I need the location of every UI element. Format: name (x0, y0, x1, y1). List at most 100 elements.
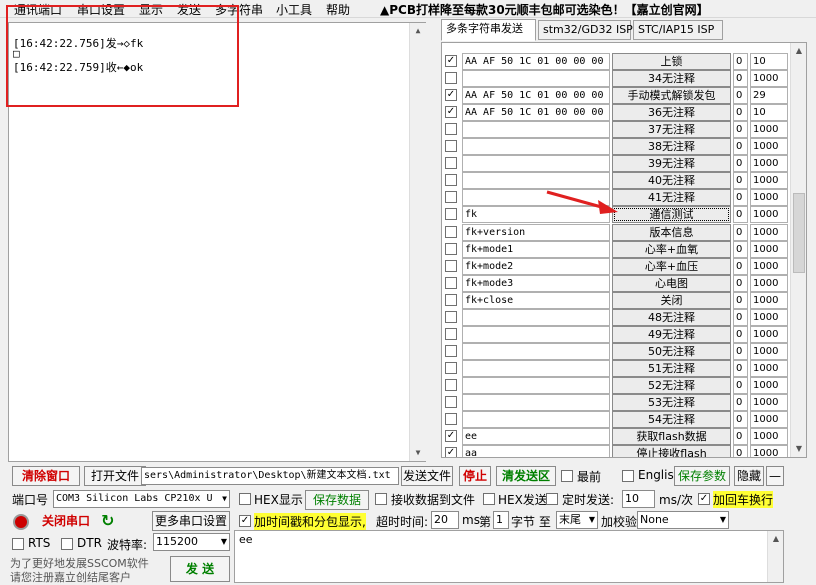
append-crlf-checkbox[interactable]: ✓ (698, 493, 710, 505)
row-enable-checkbox[interactable]: ✓ (445, 55, 457, 67)
row-enable-checkbox[interactable] (445, 259, 457, 272)
row-command-input[interactable]: AA AF 50 1C 01 00 00 00 (462, 104, 610, 122)
row-send-button[interactable]: 停止接收flash (612, 445, 731, 457)
row-send-button[interactable]: 54无注释 (612, 411, 731, 429)
row-command-input[interactable] (462, 155, 610, 173)
row-enable-checkbox[interactable] (445, 157, 457, 170)
row-delay-input[interactable]: 1000 (750, 121, 788, 139)
send-file-button[interactable]: 发送文件 (401, 466, 453, 486)
row-enable-checkbox[interactable]: ✓ (445, 430, 457, 443)
row-delay-input[interactable]: 1000 (750, 257, 788, 275)
tab-stm32-isp[interactable]: stm32/GD32 ISP (538, 20, 633, 40)
row-delay-input[interactable]: 1000 (750, 376, 788, 394)
row-enable-checkbox[interactable]: ✓ (445, 89, 457, 102)
row-command-input[interactable]: fk+mode3 (462, 274, 610, 292)
rts-checkbox[interactable] (12, 538, 24, 550)
row-send-button[interactable]: 40无注释 (612, 172, 731, 190)
row-order-input[interactable]: 0 (733, 172, 748, 190)
row-command-input[interactable]: AA AF 50 1C 01 00 00 00 (462, 87, 610, 105)
row-enable-checkbox[interactable] (445, 72, 457, 85)
row-enable-checkbox[interactable] (445, 276, 457, 289)
row-send-button[interactable]: 49无注释 (612, 325, 731, 343)
row-command-input[interactable] (462, 342, 610, 360)
row-send-button[interactable]: 52无注释 (612, 376, 731, 394)
row-send-button[interactable]: 50无注释 (612, 342, 731, 360)
row-delay-input[interactable]: 1000 (750, 291, 788, 309)
refresh-icon[interactable]: ↻ (101, 511, 114, 530)
row-command-input[interactable]: fk+version (462, 223, 610, 241)
row-command-input[interactable]: fk (462, 206, 610, 224)
menu-help[interactable]: 帮助 (326, 1, 350, 18)
row-enable-checkbox[interactable] (445, 208, 457, 221)
row-send-button[interactable]: 48无注释 (612, 308, 731, 326)
row-order-input[interactable]: 0 (733, 155, 748, 173)
row-order-input[interactable]: 0 (733, 104, 748, 122)
save-data-button[interactable]: 保存数据 (305, 490, 369, 510)
row-command-input[interactable] (462, 172, 610, 190)
more-settings-button[interactable]: 更多串口设置 (152, 511, 230, 531)
row-order-input[interactable]: 0 (733, 325, 748, 343)
row-order-input[interactable]: 0 (733, 138, 748, 156)
byte-end-select[interactable]: 末尾 ▼ (556, 511, 598, 529)
timed-send-checkbox[interactable] (546, 493, 558, 505)
row-command-input[interactable]: fk+close (462, 291, 610, 309)
baud-select[interactable]: 115200 ▼ (153, 533, 230, 551)
row-delay-input[interactable]: 1000 (750, 394, 788, 411)
send-input[interactable]: ee ▲ (234, 530, 784, 583)
row-enable-checkbox[interactable]: ✓ (445, 106, 457, 119)
row-order-input[interactable]: 0 (733, 206, 748, 224)
row-delay-input[interactable]: 1000 (750, 342, 788, 360)
row-enable-checkbox[interactable] (445, 310, 457, 323)
receive-scrollbar[interactable]: ▲ ▼ (409, 23, 426, 461)
row-command-input[interactable] (462, 138, 610, 156)
row-command-input[interactable]: aa (462, 445, 610, 457)
row-delay-input[interactable]: 1000 (750, 428, 788, 446)
row-delay-input[interactable]: 29 (750, 87, 788, 105)
row-enable-checkbox[interactable] (445, 123, 457, 136)
row-send-button[interactable]: 38无注释 (612, 138, 731, 156)
save-params-button[interactable]: 保存参数 (674, 466, 730, 486)
minimize-button[interactable]: — (766, 466, 784, 486)
hex-display-checkbox[interactable] (239, 493, 251, 505)
chevron-down-icon[interactable]: ▼ (221, 534, 227, 550)
row-delay-input[interactable]: 1000 (750, 445, 788, 457)
scroll-up-icon[interactable]: ▲ (410, 23, 426, 39)
recv-to-file-checkbox[interactable] (375, 493, 387, 505)
row-send-button[interactable]: 关闭 (612, 291, 731, 309)
row-send-button[interactable]: 手动模式解锁发包 (612, 87, 731, 105)
row-order-input[interactable]: 0 (733, 376, 748, 394)
row-send-button[interactable]: 37无注释 (612, 121, 731, 139)
row-enable-checkbox[interactable] (445, 242, 457, 255)
row-send-button[interactable]: 心电图 (612, 274, 731, 292)
send-button[interactable]: 发 送 (170, 556, 230, 582)
row-enable-checkbox[interactable] (445, 174, 457, 187)
scroll-up-icon[interactable]: ▲ (768, 531, 784, 547)
row-send-button[interactable]: 上锁 (612, 53, 731, 70)
tab-multi-string[interactable]: 多条字符串发送 (441, 19, 536, 41)
row-order-input[interactable]: 0 (733, 411, 748, 429)
row-command-input[interactable]: fk+mode2 (462, 257, 610, 275)
row-order-input[interactable]: 0 (733, 223, 748, 241)
row-send-button[interactable]: 36无注释 (612, 104, 731, 122)
row-enable-checkbox[interactable]: ✓ (445, 447, 457, 457)
row-order-input[interactable]: 0 (733, 121, 748, 139)
row-order-input[interactable]: 0 (733, 70, 748, 88)
row-delay-input[interactable]: 1000 (750, 223, 788, 241)
send-scrollbar[interactable]: ▲ (767, 531, 783, 582)
row-enable-checkbox[interactable] (445, 293, 457, 306)
row-order-input[interactable]: 0 (733, 53, 748, 70)
row-send-button[interactable]: 34无注释 (612, 70, 731, 88)
row-order-input[interactable]: 0 (733, 189, 748, 207)
chevron-down-icon[interactable]: ▼ (222, 491, 227, 507)
row-command-input[interactable] (462, 70, 610, 88)
row-order-input[interactable]: 0 (733, 257, 748, 275)
row-delay-input[interactable]: 1000 (750, 325, 788, 343)
timeout-input[interactable]: 20 (431, 511, 459, 529)
row-delay-input[interactable]: 1000 (750, 206, 788, 224)
english-checkbox[interactable] (622, 470, 634, 482)
row-order-input[interactable]: 0 (733, 428, 748, 446)
row-order-input[interactable]: 0 (733, 445, 748, 457)
row-enable-checkbox[interactable] (445, 225, 457, 238)
file-path-input[interactable]: sers\Administrator\Desktop\新建文本文档.txt (141, 467, 399, 485)
dtr-checkbox[interactable] (61, 538, 73, 550)
